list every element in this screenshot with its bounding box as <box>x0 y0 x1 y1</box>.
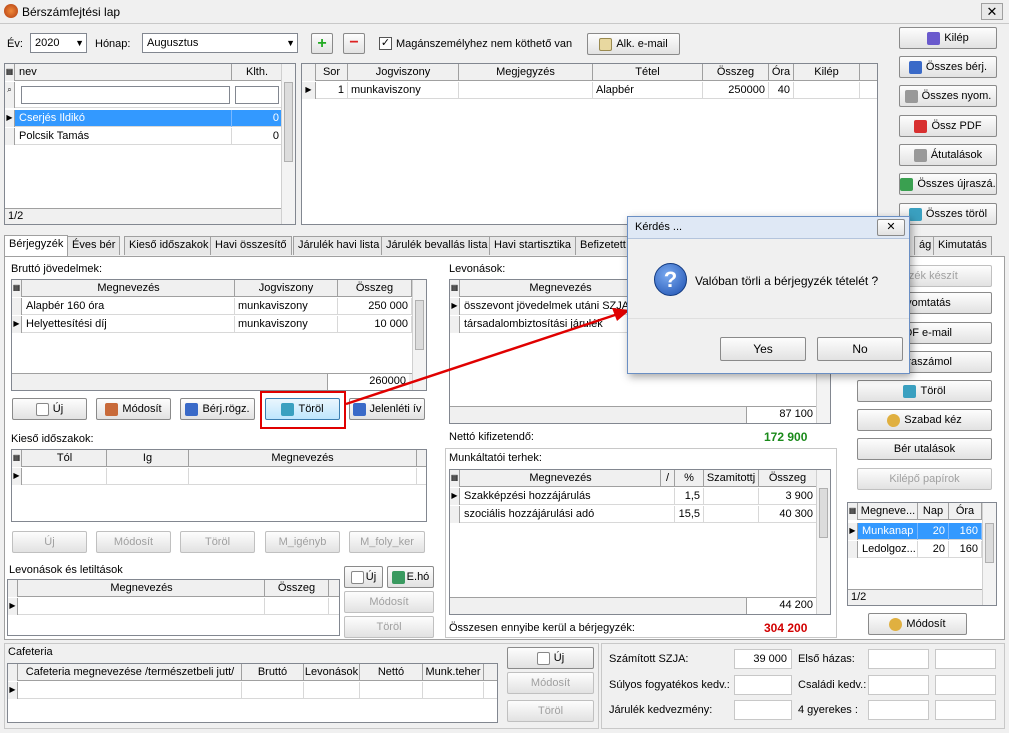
dialog-yes-button[interactable]: Yes <box>720 337 806 361</box>
dialog-close-button[interactable]: ✕ <box>877 219 905 236</box>
close-icon: ✕ <box>886 221 896 233</box>
dialog-title: Kérdés ... <box>635 221 683 233</box>
question-icon: ? <box>654 263 687 296</box>
dialog-message: Valóban törli a bérjegyzék tételét ? <box>695 274 879 288</box>
confirm-dialog: Kérdés ... ✕ ? Valóban törli a bérjegyzé… <box>627 216 910 374</box>
dialog-no-button[interactable]: No <box>817 337 903 361</box>
dialog-title-bar: Kérdés ... ✕ <box>628 217 909 239</box>
